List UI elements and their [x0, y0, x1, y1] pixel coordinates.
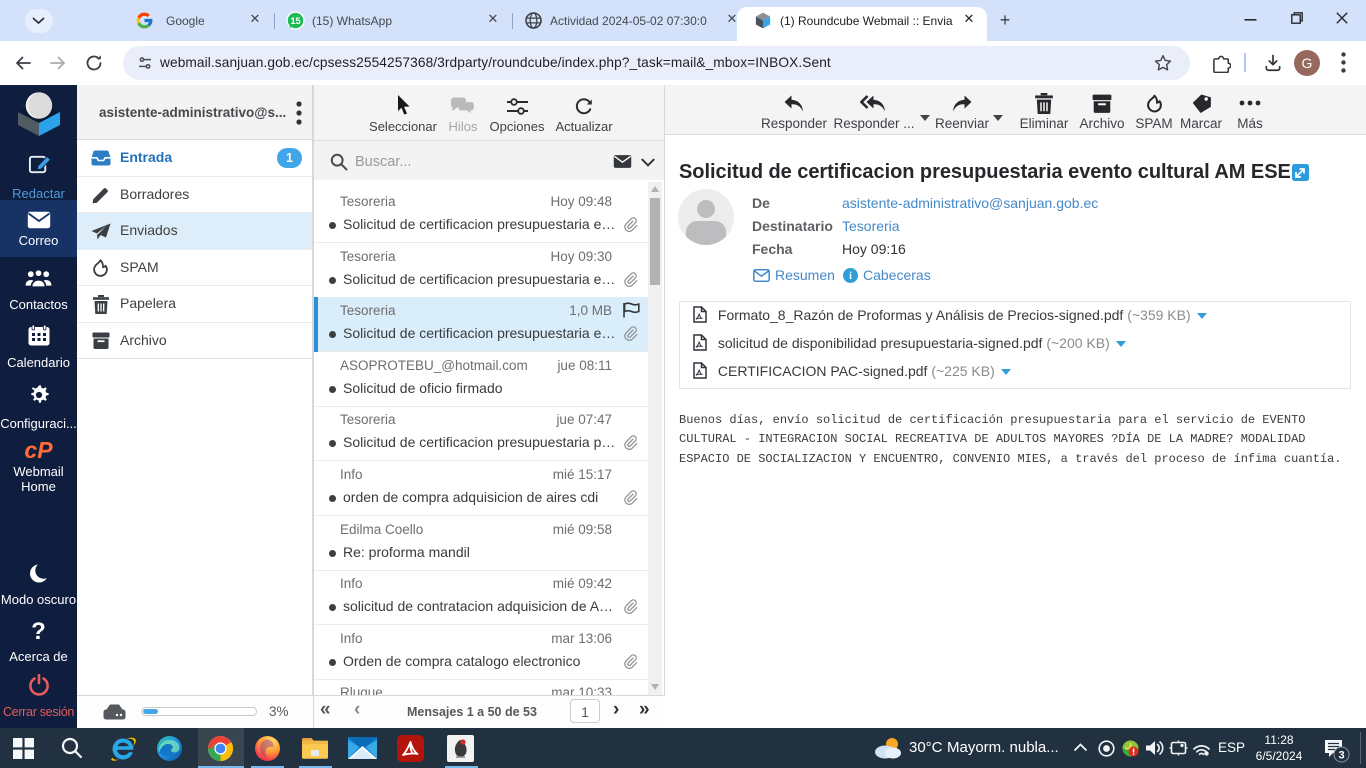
svg-text:15: 15	[290, 16, 300, 26]
svg-text:3: 3	[1338, 750, 1344, 762]
svg-text:i: i	[849, 271, 852, 282]
